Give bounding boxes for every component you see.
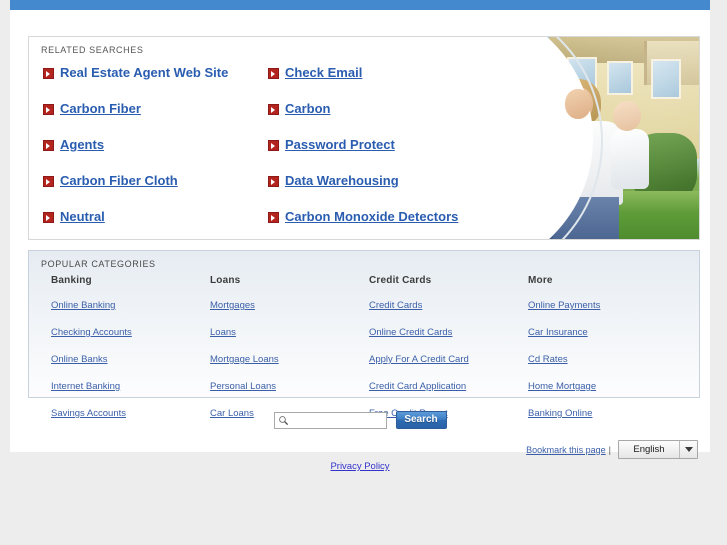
related-links-column-left: Real Estate Agent Web Site Carbon Fiber … <box>43 65 268 239</box>
category-column-credit-cards: Credit Cards Credit Cards Online Credit … <box>369 275 528 430</box>
category-column-more: More Online Payments Car Insurance Cd Ra… <box>528 275 687 430</box>
category-link-loans[interactable]: Loans <box>210 327 236 338</box>
page-content: RELATED SEARCHES Real Estate Agent Web S… <box>10 10 710 459</box>
category-link-mortgages[interactable]: Mortgages <box>210 300 255 311</box>
popular-categories-panel: POPULAR CATEGORIES Banking Online Bankin… <box>28 250 700 419</box>
related-links-column-right: Check Email Carbon Password Protect Data… <box>268 65 493 239</box>
list-item: Online Credit Cards <box>369 322 528 340</box>
related-link-carbon[interactable]: Carbon <box>285 101 331 116</box>
list-item: Apply For A Credit Card <box>369 349 528 367</box>
related-link-data-warehousing[interactable]: Data Warehousing <box>285 173 399 188</box>
category-link-online-payments[interactable]: Online Payments <box>528 300 600 311</box>
list-item: Home Mortgage <box>528 376 687 394</box>
list-item: Mortgage Loans <box>210 349 369 367</box>
category-link-credit-card-application[interactable]: Credit Card Application <box>369 381 466 392</box>
category-title-loans: Loans <box>210 275 241 286</box>
search-button[interactable]: Search <box>395 411 447 429</box>
related-link-row: Carbon Fiber <box>43 101 268 137</box>
category-link-car-insurance[interactable]: Car Insurance <box>528 327 588 338</box>
category-link-personal-loans[interactable]: Personal Loans <box>210 381 276 392</box>
list-item: Online Payments <box>528 295 687 313</box>
privacy-policy-link[interactable]: Privacy Policy <box>330 461 389 472</box>
search-row: Search <box>10 411 710 429</box>
red-arrow-bullet-icon <box>43 140 54 151</box>
page-container: RELATED SEARCHES Real Estate Agent Web S… <box>10 0 710 459</box>
related-link-row: Neutral <box>43 209 268 239</box>
red-arrow-bullet-icon <box>43 104 54 115</box>
category-link-checking-accounts[interactable]: Checking Accounts <box>51 327 132 338</box>
related-link-row: Password Protect <box>268 137 493 173</box>
related-link-row: Carbon <box>268 101 493 137</box>
privacy-policy-row: Privacy Policy <box>10 456 710 474</box>
woman-face <box>565 89 591 119</box>
category-link-online-banks[interactable]: Online Banks <box>51 354 108 365</box>
category-title-credit-cards: Credit Cards <box>369 275 432 286</box>
red-arrow-bullet-icon <box>268 68 279 79</box>
footer-separator: | <box>608 444 611 455</box>
related-link-carbon-monoxide-detectors[interactable]: Carbon Monoxide Detectors <box>285 209 458 224</box>
category-link-cd-rates[interactable]: Cd Rates <box>528 354 568 365</box>
search-field-wrapper[interactable] <box>273 411 387 429</box>
related-searches-heading: RELATED SEARCHES <box>41 45 144 55</box>
category-title-banking: Banking <box>51 275 92 286</box>
related-searches-panel: RELATED SEARCHES Real Estate Agent Web S… <box>28 36 700 240</box>
red-arrow-bullet-icon <box>268 104 279 115</box>
list-item: Credit Card Application <box>369 376 528 394</box>
related-link-row: Agents <box>43 137 268 173</box>
list-item: Online Banks <box>51 349 210 367</box>
related-link-row: Carbon Monoxide Detectors <box>268 209 493 239</box>
search-input[interactable] <box>291 412 386 428</box>
list-item: Mortgages <box>210 295 369 313</box>
category-link-mortgage-loans[interactable]: Mortgage Loans <box>210 354 279 365</box>
red-arrow-bullet-icon <box>268 212 279 223</box>
category-title-more: More <box>528 275 553 286</box>
related-link-agents[interactable]: Agents <box>60 137 104 152</box>
red-arrow-bullet-icon <box>268 176 279 187</box>
search-icon <box>278 415 288 425</box>
red-arrow-bullet-icon <box>43 68 54 79</box>
list-item: Car Insurance <box>528 322 687 340</box>
list-item: Loans <box>210 322 369 340</box>
related-link-neutral[interactable]: Neutral <box>60 209 105 224</box>
category-link-apply-for-a-credit-card[interactable]: Apply For A Credit Card <box>369 354 469 365</box>
related-link-row: Carbon Fiber Cloth <box>43 173 268 209</box>
red-arrow-bullet-icon <box>43 176 54 187</box>
category-link-credit-cards[interactable]: Credit Cards <box>369 300 422 311</box>
language-selected-value: English <box>633 444 665 455</box>
list-item: Personal Loans <box>210 376 369 394</box>
related-link-password-protect[interactable]: Password Protect <box>285 137 395 152</box>
related-link-carbon-fiber-cloth[interactable]: Carbon Fiber Cloth <box>60 173 178 188</box>
list-item: Internet Banking <box>51 376 210 394</box>
red-arrow-bullet-icon <box>268 140 279 151</box>
top-accent-bar <box>10 0 710 10</box>
related-link-carbon-fiber[interactable]: Carbon Fiber <box>60 101 141 116</box>
popular-categories-grid: Banking Online Banking Checking Accounts… <box>51 275 687 430</box>
related-link-real-estate-agent-web-site[interactable]: Real Estate Agent Web Site <box>60 65 228 80</box>
category-link-online-banking[interactable]: Online Banking <box>51 300 115 311</box>
list-item: Credit Cards <box>369 295 528 313</box>
list-item: Checking Accounts <box>51 322 210 340</box>
category-link-online-credit-cards[interactable]: Online Credit Cards <box>369 327 452 338</box>
category-column-banking: Banking Online Banking Checking Accounts… <box>51 275 210 430</box>
category-link-home-mortgage[interactable]: Home Mortgage <box>528 381 596 392</box>
related-link-row: Check Email <box>268 65 493 101</box>
list-item: Cd Rates <box>528 349 687 367</box>
category-column-loans: Loans Mortgages Loans Mortgage Loans Per… <box>210 275 369 430</box>
bookmark-this-page-link[interactable]: Bookmark this page <box>526 445 606 455</box>
popular-categories-heading: POPULAR CATEGORIES <box>41 259 156 269</box>
list-item: Online Banking <box>51 295 210 313</box>
related-link-check-email[interactable]: Check Email <box>285 65 362 80</box>
category-link-internet-banking[interactable]: Internet Banking <box>51 381 120 392</box>
red-arrow-bullet-icon <box>43 212 54 223</box>
related-link-row: Data Warehousing <box>268 173 493 209</box>
related-link-row: Real Estate Agent Web Site <box>43 65 268 101</box>
